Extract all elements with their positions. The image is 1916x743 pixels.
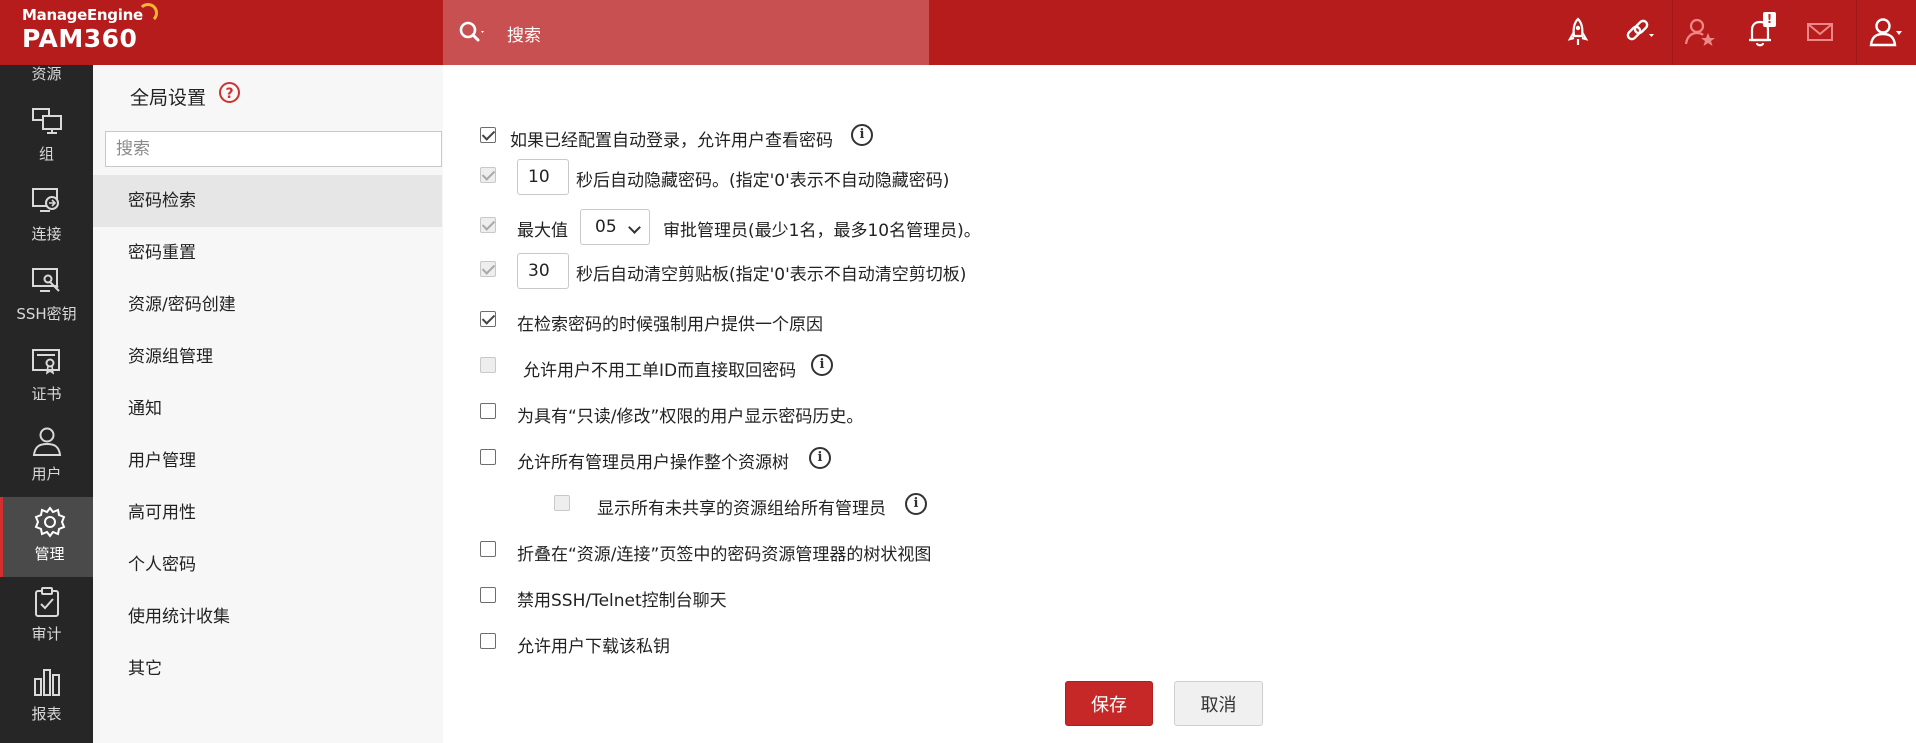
download-key-checkbox[interactable]	[480, 633, 496, 649]
main-content: 如果已经配置自动登录，允许用户查看密码 i 秒后自动隐藏密码。(指定'0'表示不…	[443, 65, 1916, 743]
product-name: PAM360	[22, 24, 138, 53]
auto-hide-label: 秒后自动隐藏密码。(指定'0'表示不自动隐藏密码)	[576, 171, 950, 191]
nav-label: 报表	[31, 705, 62, 723]
sidebar-item-resource-group[interactable]: 资源组管理	[93, 331, 442, 383]
download-key-label: 允许用户下载该私钥	[517, 637, 670, 657]
audit-icon	[35, 587, 59, 617]
collapse-tree-label: 折叠在“资源/连接”页签中的密码资源管理器的树状视图	[517, 545, 932, 565]
sidebar-item-resource-creation[interactable]: 资源/密码创建	[93, 279, 442, 331]
show-history-label: 为具有“只读/修改”权限的用户显示密码历史。	[517, 407, 864, 427]
report-icon	[34, 669, 60, 696]
nav-item-users[interactable]: 用户	[0, 417, 93, 497]
user-star-icon[interactable]	[1682, 14, 1718, 50]
nav-label: 管理	[34, 545, 65, 563]
nav-label: 证书	[31, 385, 62, 403]
clipboard-seconds-input[interactable]	[517, 253, 569, 289]
disable-chat-label: 禁用SSH/Telnet控制台聊天	[517, 591, 727, 611]
divider	[1672, 0, 1673, 65]
mail-icon[interactable]	[1802, 14, 1838, 50]
nav-item-certificates[interactable]: 证书	[0, 337, 93, 417]
nav-item-admin[interactable]: 管理	[0, 497, 93, 577]
auto-hide-checkbox[interactable]	[480, 167, 496, 183]
nav-label: 审计	[31, 625, 62, 643]
nav-label: 用户	[31, 465, 62, 483]
show-unshared-label: 显示所有未共享的资源组给所有管理员	[597, 499, 886, 519]
user-profile-icon[interactable]	[1868, 14, 1904, 50]
nav-label: 组	[38, 145, 54, 163]
show-unshared-checkbox[interactable]	[554, 495, 570, 511]
sidebar-item-password-retrieval[interactable]: 密码检索	[93, 175, 442, 227]
auto-hide-seconds-input[interactable]	[517, 159, 569, 195]
page-title: 全局设置	[130, 87, 207, 109]
ssh-key-icon	[32, 268, 60, 292]
approvers-checkbox[interactable]	[480, 217, 496, 233]
connection-icon	[32, 188, 59, 212]
nav-item-connections[interactable]: 连接	[0, 177, 93, 257]
nav-label: SSH密钥	[16, 305, 77, 323]
brand-logo[interactable]: ManageEngine PAM360	[0, 0, 443, 65]
force-reason-checkbox[interactable]	[480, 311, 496, 327]
approvers-label: 审批管理员(最少1名，最多10名管理员)。	[663, 221, 981, 241]
search-icon[interactable]	[457, 18, 487, 48]
settings-sidebar: 全局设置 ? 密码检索 密码重置 资源/密码创建 资源组管理 通知 用户管理 高…	[93, 65, 444, 743]
nav-item-ssh-keys[interactable]: SSH密钥	[0, 257, 93, 337]
force-reason-label: 在检索密码的时候强制用户提供一个原因	[517, 315, 823, 335]
nav-item-reports[interactable]: 报表	[0, 657, 93, 737]
sidebar-item-high-availability[interactable]: 高可用性	[93, 487, 442, 539]
sidebar-item-usage-stats[interactable]: 使用统计收集	[93, 591, 442, 643]
rocket-icon[interactable]	[1560, 14, 1596, 50]
no-ticket-checkbox[interactable]	[480, 357, 496, 373]
auto-logon-view-label: 如果已经配置自动登录，允许用户查看密码	[510, 131, 833, 151]
no-ticket-label: 允许用户不用工单ID而直接取回密码	[523, 361, 797, 381]
logo-mark-icon	[138, 3, 158, 23]
chevron-down-icon	[628, 221, 641, 234]
sidebar-item-others[interactable]: 其它	[93, 643, 442, 695]
sidebar-item-notifications[interactable]: 通知	[93, 383, 442, 435]
global-search[interactable]: 搜索	[443, 0, 929, 65]
sidebar-item-user-management[interactable]: 用户管理	[93, 435, 442, 487]
gear-icon	[34, 506, 66, 538]
divider	[1856, 0, 1857, 65]
sidebar-item-password-reset[interactable]: 密码重置	[93, 227, 442, 279]
info-icon[interactable]: i	[905, 493, 927, 515]
sidebar-item-personal-passwords[interactable]: 个人密码	[93, 539, 442, 591]
show-history-checkbox[interactable]	[480, 403, 496, 419]
user-icon	[32, 427, 62, 456]
cancel-button[interactable]: 取消	[1174, 681, 1263, 726]
approvers-prefix: 最大值	[517, 221, 568, 241]
nav-item-audit[interactable]: 审计	[0, 577, 93, 657]
link-icon[interactable]	[1620, 14, 1656, 50]
collapse-tree-checkbox[interactable]	[480, 541, 496, 557]
auto-logon-view-checkbox[interactable]	[480, 127, 496, 143]
search-placeholder[interactable]: 搜索	[507, 21, 541, 46]
certificate-icon	[32, 349, 60, 375]
admin-tree-checkbox[interactable]	[480, 449, 496, 465]
info-icon[interactable]: i	[811, 354, 833, 376]
clipboard-checkbox[interactable]	[480, 261, 496, 277]
admin-tree-label: 允许所有管理员用户操作整个资源树	[517, 453, 789, 473]
info-icon[interactable]: i	[851, 124, 873, 146]
settings-search-input[interactable]	[105, 131, 442, 167]
approvers-count-value: 05	[595, 217, 617, 237]
disable-chat-checkbox[interactable]	[480, 587, 496, 603]
notifications[interactable]: !	[1742, 12, 1778, 50]
save-button[interactable]: 保存	[1065, 681, 1153, 726]
clipboard-label: 秒后自动清空剪贴板(指定'0'表示不自动清空剪切板)	[576, 265, 967, 285]
nav-item-groups[interactable]: 组	[0, 97, 93, 177]
info-icon[interactable]: i	[809, 447, 831, 469]
top-bar: ManageEngine PAM360 搜索 !	[0, 0, 1916, 65]
nav-label: 连接	[31, 225, 62, 243]
left-navigation: 资源 组 连接 SSH密钥 证书 用户 管理 审计 报表	[0, 65, 93, 743]
notification-badge: !	[1763, 12, 1776, 27]
company-name: ManageEngine	[22, 6, 143, 24]
approvers-count-select[interactable]: 05	[580, 209, 650, 245]
group-icon	[32, 108, 62, 134]
help-icon[interactable]: ?	[219, 82, 240, 103]
nav-label: 资源	[31, 65, 62, 83]
nav-item-resources[interactable]: 资源	[0, 65, 93, 97]
